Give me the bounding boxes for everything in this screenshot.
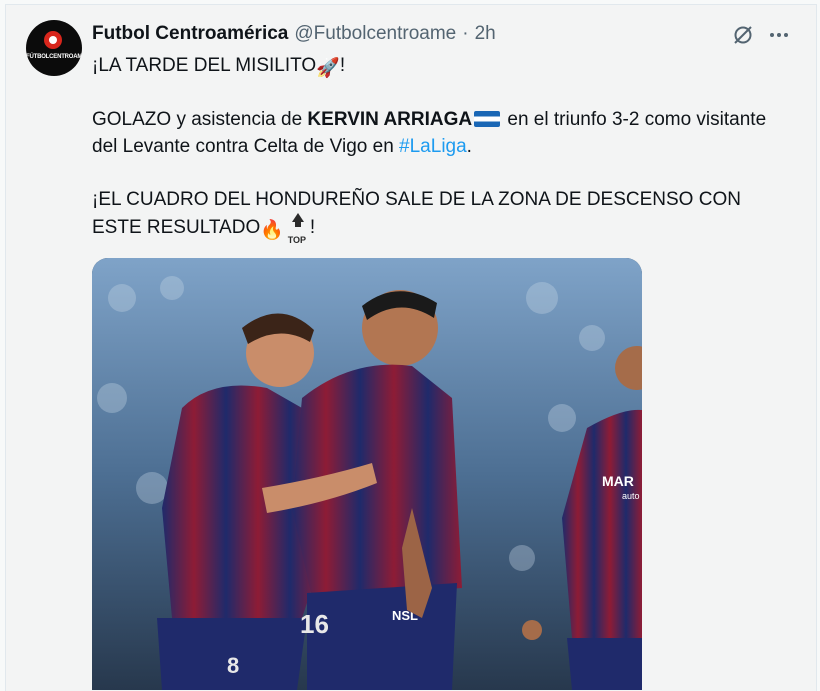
header-separator: · — [462, 23, 469, 44]
tweet-media-photo[interactable]: 8 16 NSL MAR auto — [92, 258, 642, 690]
tweet-body-c-end: ! — [309, 217, 316, 238]
tweet-text-line2: GOLAZO y asistencia de KERVIN ARRIAGA en… — [92, 106, 782, 160]
grok-icon — [734, 26, 752, 44]
author-name[interactable]: Futbol Centroamérica — [92, 23, 288, 45]
sponsor-text: MAR — [602, 473, 634, 489]
more-icon-dot — [784, 33, 788, 37]
hashtag-link[interactable]: #LaLiga — [399, 136, 467, 157]
sponsor-sub-text: auto — [622, 491, 640, 501]
tweet-timestamp[interactable]: 2h — [475, 23, 496, 45]
tweet-headline: ¡LA TARDE DEL MISILITO — [92, 55, 317, 76]
honduras-flag-icon — [474, 111, 501, 140]
avatar[interactable]: FÚTBOLCENTROAMÉRICA — [26, 20, 82, 76]
more-icon-dot — [777, 33, 781, 37]
tweet-body-a: GOLAZO y asistencia de — [92, 109, 308, 130]
top-arrow-icon: TOP — [284, 213, 310, 245]
more-options-button[interactable] — [766, 22, 792, 48]
top-label: TOP — [287, 235, 307, 245]
fire-icon: 🔥 — [260, 220, 284, 241]
tweet-text-line3: ¡EL CUADRO DEL HONDUREÑO SALE DE LA ZONA… — [92, 186, 782, 245]
grok-button[interactable] — [730, 22, 756, 48]
avatar-brand-text: FÚTBOLCENTROAMÉRICA — [26, 54, 82, 60]
tweet-headline-end: ! — [339, 55, 346, 76]
photo-illustration: 8 16 NSL MAR auto — [92, 258, 642, 690]
author-handle[interactable]: @Futbolcentroame — [294, 23, 456, 45]
player-name: KERVIN ARRIAGA — [307, 109, 473, 130]
tweet-body-c: ¡EL CUADRO DEL HONDUREÑO SALE DE LA ZONA… — [92, 189, 741, 238]
avatar-logo-mark — [44, 31, 62, 49]
left-shirt-number: 8 — [227, 653, 239, 678]
rocket-icon: 🚀 — [316, 58, 340, 79]
tweet-body-end: . — [466, 136, 472, 157]
more-icon-dot — [770, 33, 774, 37]
center-shirt-number: 16 — [300, 609, 329, 639]
tweet-header: Futbol Centroamérica @Futbolcentroame · … — [92, 22, 496, 46]
tweet-text-line1: ¡LA TARDE DEL MISILITO🚀! — [92, 52, 782, 82]
